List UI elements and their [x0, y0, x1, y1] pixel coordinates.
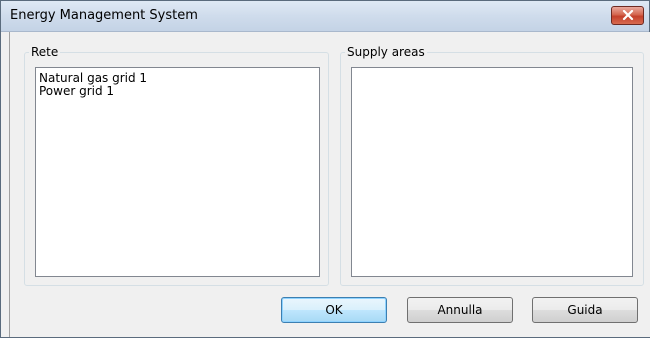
ok-button[interactable]: OK	[281, 297, 387, 323]
rete-group-label: Rete	[29, 45, 61, 59]
rete-list-item[interactable]: Power grid 1	[36, 85, 319, 98]
help-button[interactable]: Guida	[532, 297, 638, 323]
dialog-window: Energy Management System Rete Natural ga…	[0, 0, 650, 338]
dialog-body: Rete Natural gas grid 1 Power grid 1 Sup…	[9, 32, 650, 337]
supply-areas-listbox[interactable]	[351, 67, 633, 277]
close-icon	[622, 10, 634, 21]
close-button[interactable]	[611, 6, 644, 25]
rete-listbox[interactable]: Natural gas grid 1 Power grid 1	[35, 67, 320, 277]
cancel-button[interactable]: Annulla	[407, 297, 513, 323]
window-title: Energy Management System	[10, 8, 198, 23]
supply-areas-group-label: Supply areas	[345, 45, 427, 59]
supply-areas-groupbox: Supply areas	[340, 45, 644, 286]
rete-groupbox: Rete Natural gas grid 1 Power grid 1	[24, 45, 329, 286]
title-bar[interactable]: Energy Management System	[1, 1, 649, 32]
